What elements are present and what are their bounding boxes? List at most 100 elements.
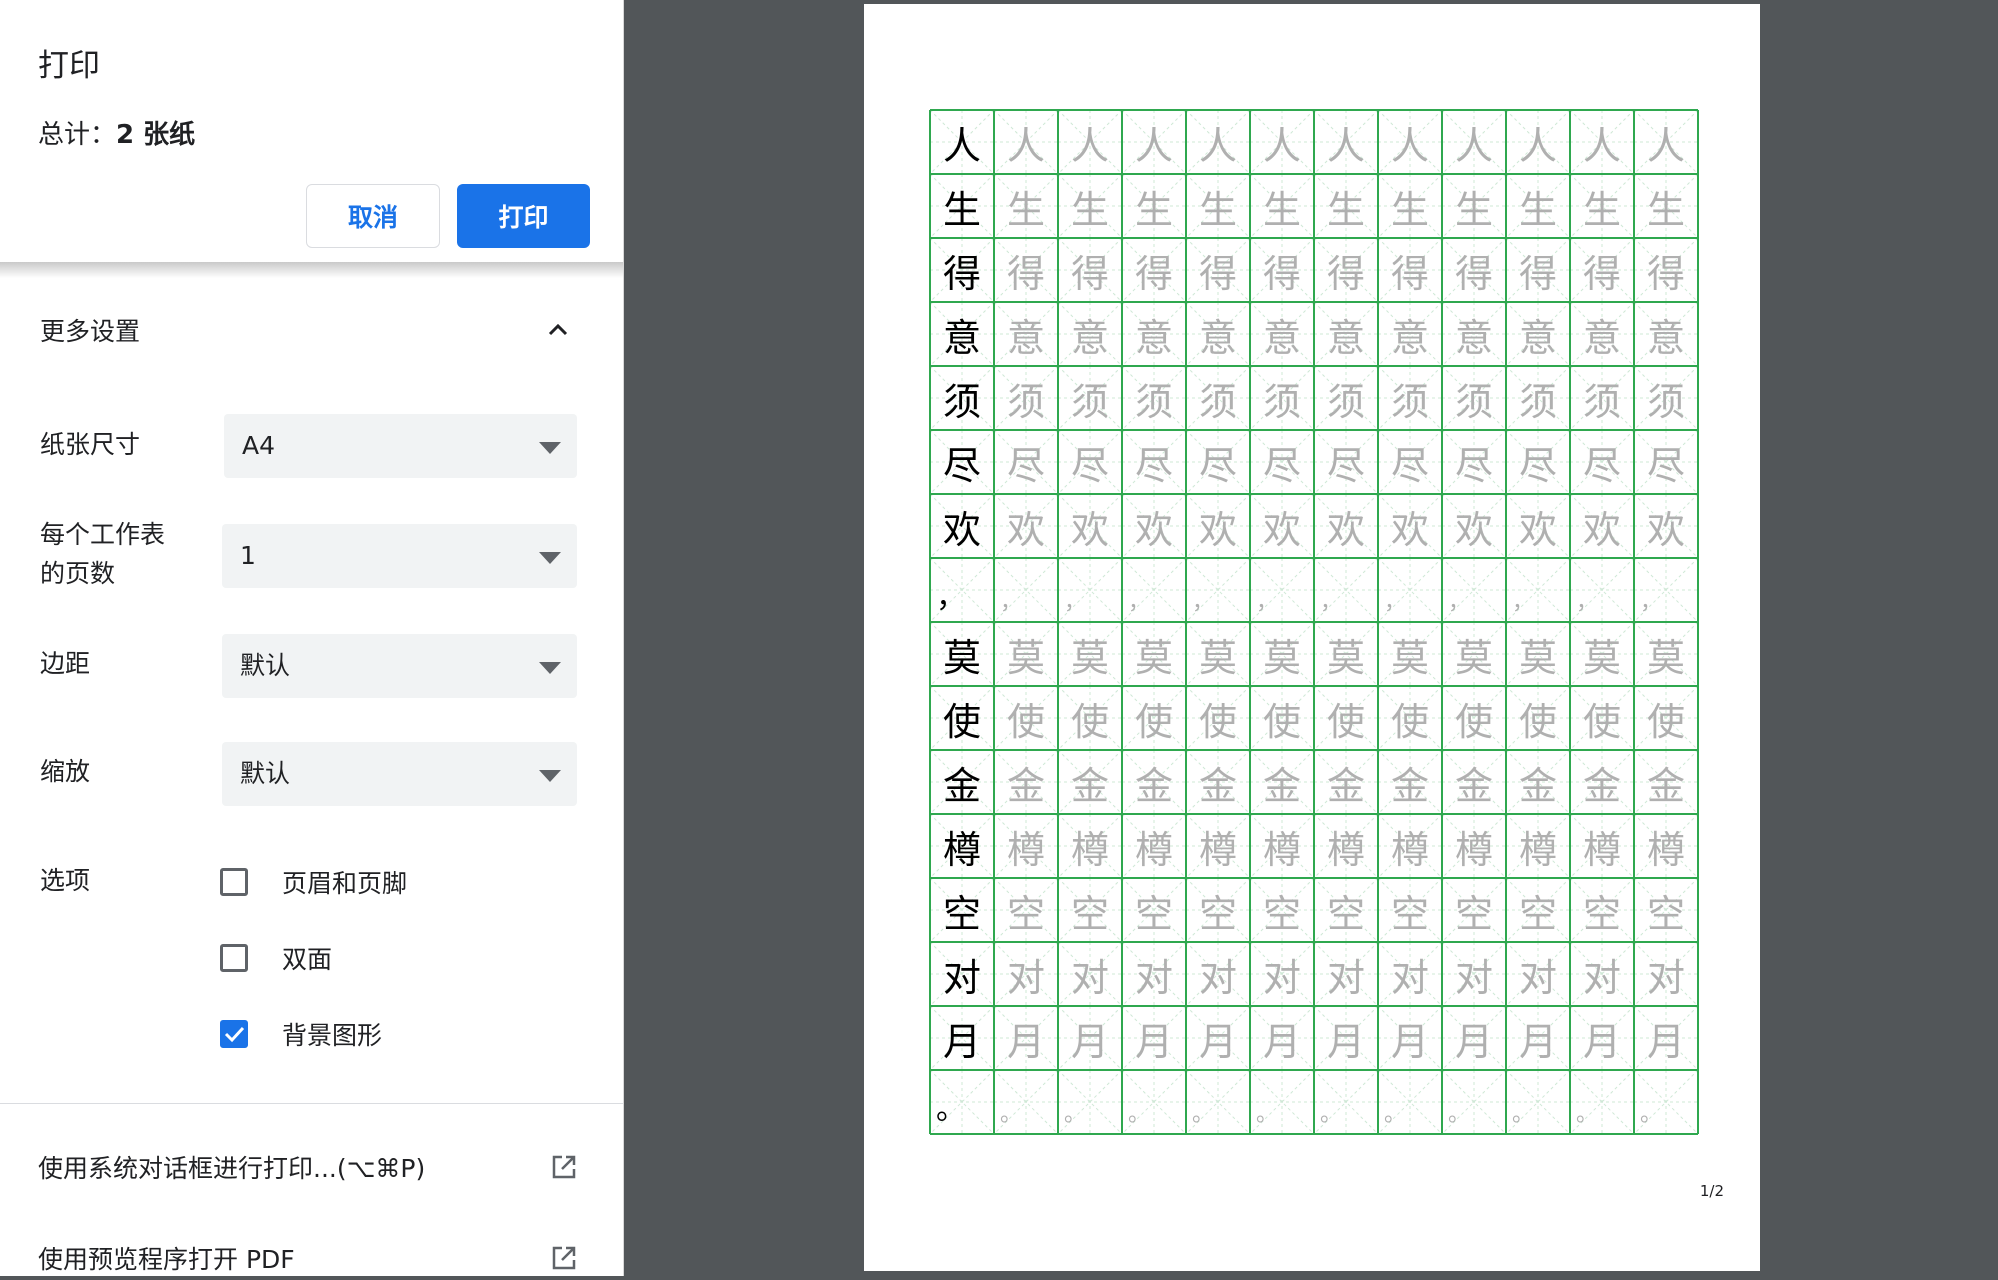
model-character: 莫: [942, 635, 981, 680]
trace-character: 莫: [1326, 635, 1365, 680]
trace-character: 尽: [1326, 443, 1365, 488]
model-character: 得: [942, 251, 981, 296]
pages-per-sheet-label-line2: 的页数: [40, 559, 116, 588]
chevron-up-icon: [548, 323, 568, 336]
trace-character: 空: [1518, 891, 1557, 936]
trace-character: 对: [1646, 955, 1685, 1000]
trace-character: 使: [1134, 699, 1173, 744]
trace-character: 樽: [1262, 827, 1301, 872]
trace-character: ，: [1128, 590, 1151, 615]
trace-character: 空: [1262, 891, 1301, 936]
pages-per-sheet-select[interactable]: 1: [222, 524, 577, 588]
trace-character: 得: [1390, 251, 1429, 296]
trace-character: 月: [1006, 1019, 1045, 1064]
trace-character: 得: [1198, 251, 1237, 296]
headers-footers-option[interactable]: 页眉和页脚: [220, 862, 407, 902]
trace-character: 莫: [1646, 635, 1685, 680]
trace-character: 意: [1070, 315, 1109, 360]
trace-character: 尽: [1518, 443, 1557, 488]
scale-select[interactable]: 默认: [222, 742, 577, 806]
trace-character: 莫: [1134, 635, 1173, 680]
trace-character: 人: [1070, 123, 1109, 168]
trace-character: 使: [1006, 699, 1045, 744]
trace-character: 对: [1518, 955, 1557, 1000]
system-dialog-link[interactable]: 使用系统对话框进行打印...(⌥⌘P): [38, 1145, 578, 1189]
pages-per-sheet-label-line1: 每个工作表: [40, 520, 166, 549]
trace-character: 空: [1070, 891, 1109, 936]
cancel-button[interactable]: 取消: [306, 184, 440, 248]
background-graphics-checkbox[interactable]: [220, 1020, 248, 1048]
trace-character: 欢: [1326, 507, 1365, 552]
trace-character: 。: [1640, 1102, 1663, 1127]
trace-character: 尽: [1390, 443, 1429, 488]
trace-character: 意: [1454, 315, 1493, 360]
background-graphics-option[interactable]: 背景图形: [220, 1014, 382, 1054]
checkmark-icon: [224, 1026, 245, 1043]
sheet-total-value: 2 张纸: [116, 120, 196, 150]
trace-character: 樽: [1134, 827, 1173, 872]
margins-select[interactable]: 默认: [222, 634, 577, 698]
model-character: 樽: [942, 827, 981, 872]
trace-character: 空: [1198, 891, 1237, 936]
trace-character: 人: [1646, 123, 1685, 168]
trace-character: 意: [1646, 315, 1685, 360]
trace-character: 。: [1448, 1102, 1471, 1127]
sheet-total: 总计：2 张纸: [38, 114, 195, 151]
trace-character: 樽: [1582, 827, 1621, 872]
trace-character: 须: [1262, 379, 1301, 424]
trace-character: 。: [1320, 1102, 1343, 1127]
trace-character: 空: [1326, 891, 1365, 936]
trace-character: 欢: [1262, 507, 1301, 552]
paper-size-value: A4: [242, 431, 276, 460]
headers-footers-checkbox[interactable]: [220, 868, 248, 896]
trace-character: 月: [1262, 1019, 1301, 1064]
trace-character: 尽: [1198, 443, 1237, 488]
trace-character: 得: [1454, 251, 1493, 296]
trace-character: 人: [1198, 123, 1237, 168]
trace-character: 金: [1518, 763, 1557, 808]
trace-character: 生: [1646, 187, 1685, 232]
trace-character: 使: [1326, 699, 1365, 744]
trace-character: 得: [1070, 251, 1109, 296]
trace-character: 莫: [1262, 635, 1301, 680]
trace-character: 月: [1390, 1019, 1429, 1064]
trace-character: 。: [1128, 1102, 1151, 1127]
open-external-icon: [552, 1246, 576, 1270]
trace-character: 。: [1384, 1102, 1407, 1127]
trace-character: 月: [1070, 1019, 1109, 1064]
trace-character: 金: [1134, 763, 1173, 808]
trace-character: 欢: [1646, 507, 1685, 552]
trace-character: 莫: [1390, 635, 1429, 680]
model-character: 意: [942, 315, 981, 360]
trace-character: 人: [1518, 123, 1557, 168]
trace-character: 人: [1326, 123, 1365, 168]
trace-character: 。: [1256, 1102, 1279, 1127]
trace-character: 意: [1326, 315, 1365, 360]
trace-character: 对: [1582, 955, 1621, 1000]
trace-character: 对: [1134, 955, 1173, 1000]
duplex-checkbox[interactable]: [220, 944, 248, 972]
trace-character: 欢: [1134, 507, 1173, 552]
trace-character: 意: [1582, 315, 1621, 360]
trace-character: 对: [1198, 955, 1237, 1000]
paper-size-select[interactable]: A4: [224, 414, 577, 478]
trace-character: 欢: [1518, 507, 1557, 552]
trace-character: 生: [1518, 187, 1557, 232]
open-pdf-link[interactable]: 使用预览程序打开 PDF: [38, 1236, 578, 1280]
more-settings-toggle[interactable]: 更多设置: [0, 300, 623, 360]
trace-character: 对: [1070, 955, 1109, 1000]
trace-character: 金: [1390, 763, 1429, 808]
trace-character: ，: [1640, 590, 1663, 615]
sheet-total-prefix: 总计：: [38, 120, 117, 150]
trace-character: 须: [1070, 379, 1109, 424]
print-button[interactable]: 打印: [457, 184, 590, 248]
trace-character: 人: [1006, 123, 1045, 168]
trace-character: 使: [1582, 699, 1621, 744]
trace-character: 樽: [1326, 827, 1365, 872]
model-character: 空: [942, 891, 981, 936]
trace-character: 空: [1454, 891, 1493, 936]
trace-character: 樽: [1070, 827, 1109, 872]
trace-character: 金: [1006, 763, 1045, 808]
model-character: ，: [936, 580, 966, 615]
duplex-option[interactable]: 双面: [220, 938, 332, 978]
